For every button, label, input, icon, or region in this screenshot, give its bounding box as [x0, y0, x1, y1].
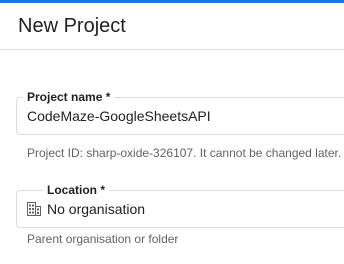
location-label: Location *: [43, 182, 110, 198]
location-helper-text: Parent organisation or folder: [27, 232, 179, 246]
organisation-icon: [27, 202, 41, 216]
project-name-input[interactable]: CodeMaze-GoogleSheetsAPI: [27, 106, 211, 126]
location-select-value[interactable]: No organisation: [47, 199, 145, 219]
project-id-helper-text: Project ID: sharp-oxide-326107. It canno…: [27, 146, 342, 160]
project-name-field[interactable]: Project name * CodeMaze-GoogleSheetsAPI: [16, 89, 344, 135]
page-title: New Project: [18, 15, 126, 37]
project-name-label: Project name *: [23, 89, 115, 105]
location-field[interactable]: Location * No organisation: [16, 182, 344, 228]
dialog-header: New Project: [0, 3, 344, 50]
